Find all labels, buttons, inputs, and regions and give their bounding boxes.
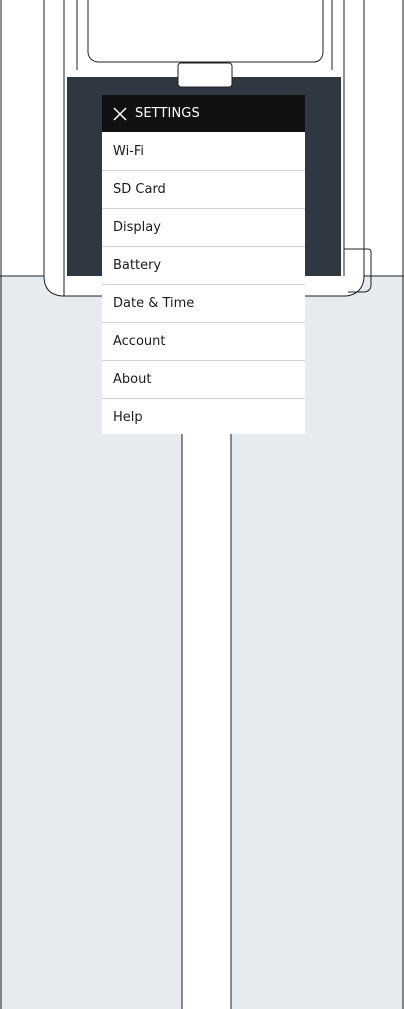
screen-top-notch <box>177 62 233 88</box>
menu-item-sd-card[interactable]: SD Card <box>102 170 305 208</box>
settings-menu: SETTINGS Wi-Fi SD Card Display Battery D… <box>102 95 305 434</box>
menu-item-battery[interactable]: Battery <box>102 246 305 284</box>
menu-item-display[interactable]: Display <box>102 208 305 246</box>
menu-item-help[interactable]: Help <box>102 398 305 434</box>
menu-item-wifi[interactable]: Wi-Fi <box>102 132 305 170</box>
close-button[interactable] <box>111 105 129 123</box>
menu-item-about[interactable]: About <box>102 360 305 398</box>
settings-menu-list: Wi-Fi SD Card Display Battery Date & Tim… <box>102 132 305 434</box>
settings-screen-scene: SETTINGS Wi-Fi SD Card Display Battery D… <box>0 0 404 1009</box>
close-icon <box>113 106 127 121</box>
top-shell-outline <box>87 0 324 63</box>
menu-item-account[interactable]: Account <box>102 322 305 360</box>
settings-menu-header: SETTINGS <box>102 95 305 132</box>
settings-title: SETTINGS <box>135 106 200 121</box>
menu-item-date-time[interactable]: Date & Time <box>102 284 305 322</box>
stand-post <box>182 434 231 1009</box>
